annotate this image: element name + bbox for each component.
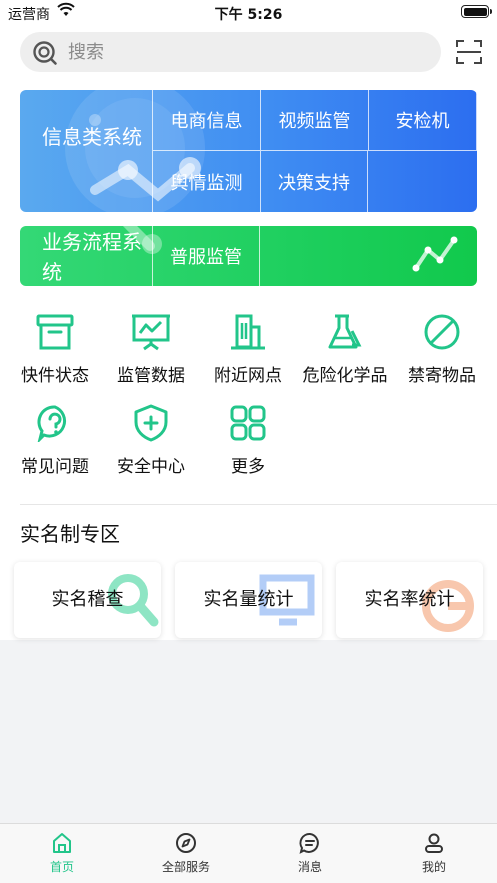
shield-plus-icon [134,404,168,442]
grid-item-hazardous-chemicals[interactable]: 危险化学品 [296,313,394,386]
tab-label: 全部服务 [161,860,210,874]
grid-more-icon [230,405,266,441]
card-real-name-volume-stats[interactable]: 实名量统计 [175,562,322,638]
scan-icon[interactable] [455,38,483,66]
trend-line-icon [412,236,458,272]
tab-label: 首页 [49,860,74,874]
grid-item-supervision-data[interactable]: 监管数据 [102,313,200,386]
info-systems-banner[interactable]: 信息类系统 电商信息 视频监管 安检机 舆情监测 决策支持 [20,90,477,212]
grid-item-faq[interactable]: 常见问题 [6,404,104,477]
tab-label: 我的 [421,860,446,874]
grid-item-label: 监管数据 [117,366,185,386]
message-icon [299,833,319,854]
building-icon [231,314,265,350]
cell-ecommerce-info[interactable]: 电商信息 [152,90,260,151]
cell-universal-service-supervision[interactable]: 普服监管 [152,226,260,286]
status-time: 下午 5:26 [214,7,283,23]
card-label: 实名率统计 [364,589,455,610]
search-input[interactable] [68,32,428,72]
card-label: 实名稽查 [51,589,124,610]
business-process-banner[interactable]: 业务流程系统 普服监管 [20,226,477,286]
user-icon [425,833,443,853]
question-icon [37,405,67,442]
grid-item-label: 常见问题 [21,457,89,477]
card-label: 实名量统计 [203,589,294,610]
grid-item-label: 禁寄物品 [408,366,476,386]
grid-item-package-status[interactable]: 快件状态 [6,313,104,386]
grid-item-label: 更多 [231,457,265,477]
search-bar[interactable] [20,32,441,72]
battery-icon [461,5,492,18]
status-bar: 运营商 下午 5:26 [0,0,497,24]
grid-item-label: 快件状态 [21,366,89,386]
prohibited-icon [424,314,460,350]
flask-icon [328,314,362,349]
card-real-name-inspection[interactable]: 实名稽查 [14,562,161,638]
business-process-title: 业务流程系统 [42,230,142,284]
grid-item-label: 危险化学品 [302,366,388,386]
tab-mine[interactable]: 我的 [372,832,496,875]
grid-item-more[interactable]: 更多 [199,404,297,477]
bottom-tab-bar: 首页 全部服务 消息 我的 [0,823,497,883]
grid-item-prohibited-items[interactable]: 禁寄物品 [393,313,491,386]
real-name-section-title: 实名制专区 [20,522,120,546]
search-icon [33,41,57,65]
grid-item-nearby-outlets[interactable]: 附近网点 [199,313,297,386]
grid-item-label: 附近网点 [214,366,282,386]
info-systems-title: 信息类系统 [42,125,142,149]
compass-icon [176,833,196,853]
cell-security-scanner[interactable]: 安检机 [368,90,477,151]
tab-messages[interactable]: 消息 [248,832,372,875]
section-divider [20,504,497,505]
presentation-chart-icon [132,314,170,351]
home-icon [53,833,71,853]
grid-item-security-center[interactable]: 安全中心 [102,404,200,477]
tab-all-services[interactable]: 全部服务 [124,832,248,875]
grid-item-label: 安全中心 [117,457,185,477]
cell-opinion-monitoring[interactable]: 舆情监测 [152,151,260,212]
tab-label: 消息 [297,860,322,874]
tab-home[interactable]: 首页 [0,832,124,875]
archive-box-icon [36,314,74,350]
cell-video-supervision[interactable]: 视频监管 [260,90,368,151]
card-real-name-rate-stats[interactable]: 实名率统计 [336,562,483,638]
cell-decision-support[interactable]: 决策支持 [260,151,368,212]
